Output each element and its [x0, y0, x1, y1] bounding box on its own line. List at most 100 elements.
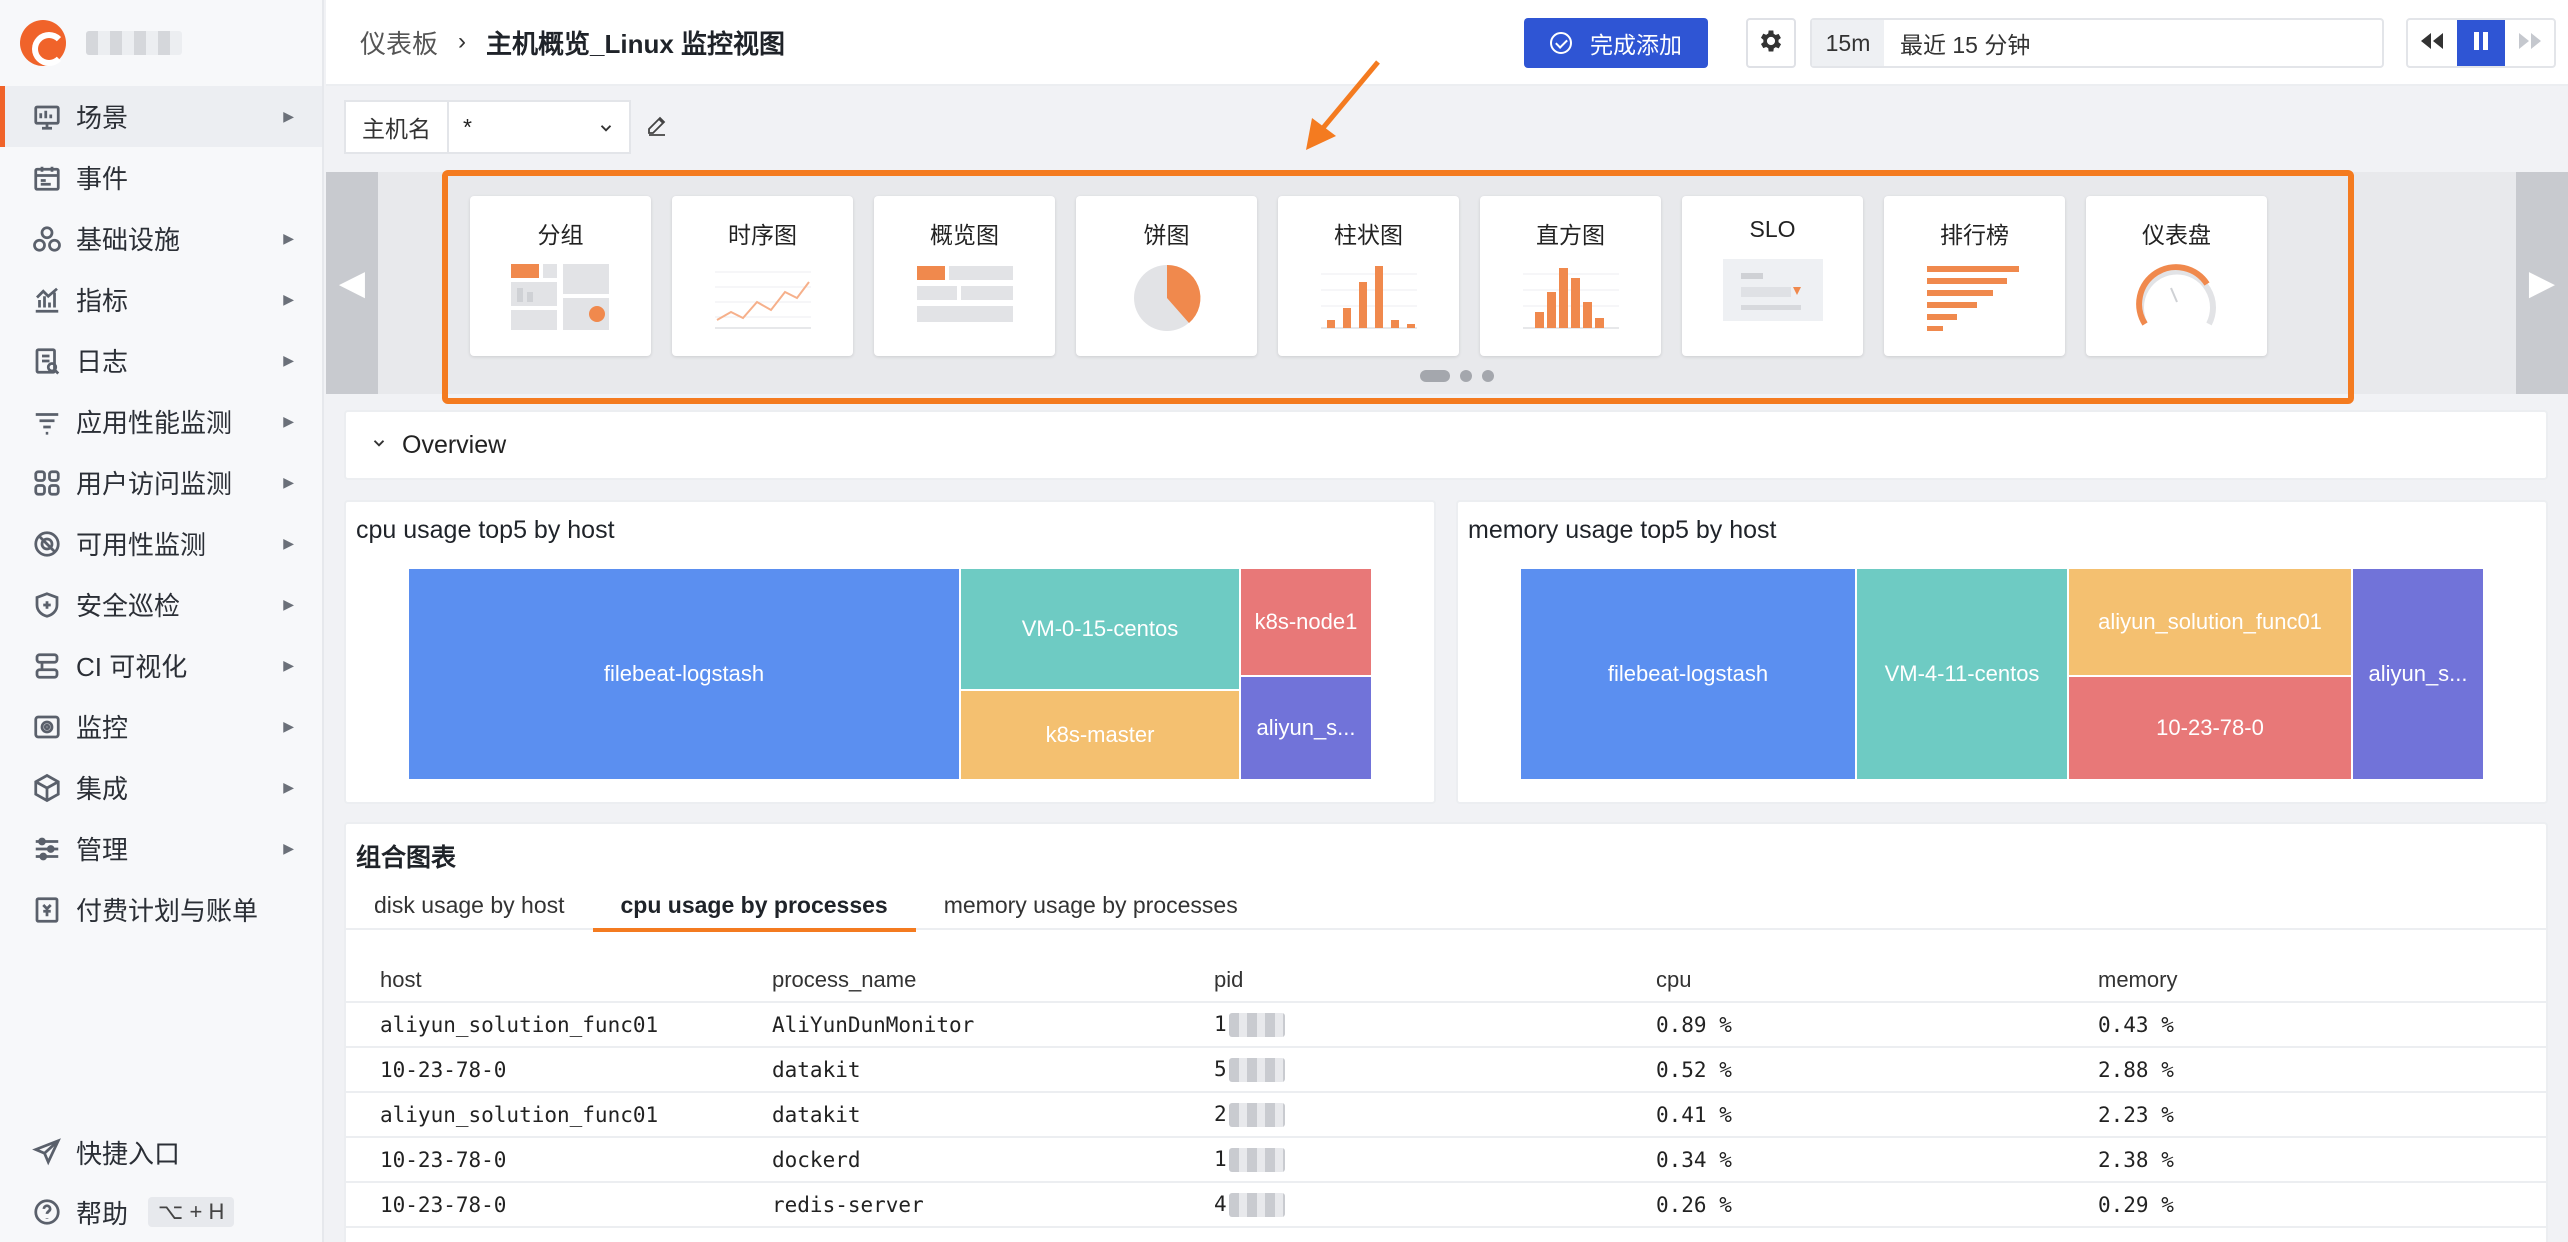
carousel-dot-2[interactable]: [1460, 370, 1472, 382]
pid-value: 2: [1214, 1102, 1227, 1126]
tab-memory-usage[interactable]: memory usage by processes: [916, 880, 1266, 930]
carousel-dot-1[interactable]: [1420, 370, 1450, 382]
treemap-cell[interactable]: k8s-node1: [1240, 568, 1372, 676]
chart-type-card-bar[interactable]: 柱状图: [1278, 196, 1459, 356]
sidebar-item-label: 监控: [76, 713, 129, 743]
sidebar-item-event[interactable]: 事件: [0, 147, 322, 208]
chart-type-card-toplist[interactable]: 排行榜: [1884, 196, 2065, 356]
cell-process-name: AliYunDunMonitor: [772, 1012, 975, 1037]
pid-value: 4: [1214, 1192, 1227, 1216]
caret-right-icon: ▶: [283, 108, 294, 124]
treemap-cell-label: filebeat-logstash: [603, 661, 765, 686]
chart-type-card-overview[interactable]: 概览图: [874, 196, 1055, 356]
column-header-cpu[interactable]: cpu: [1656, 967, 2098, 993]
treemap-cell[interactable]: VM-4-11-centos: [1856, 568, 2068, 780]
cell-host: aliyun_solution_func01: [380, 1012, 659, 1037]
sidebar-item-billing[interactable]: 付费计划与账单: [0, 879, 322, 940]
chart-type-card-gauge[interactable]: 仪表盘: [2086, 196, 2267, 356]
cell-host: 10-23-78-0: [380, 1057, 507, 1082]
chart-type-card-timeseries[interactable]: 时序图: [672, 196, 853, 356]
sidebar-item-log[interactable]: 日志 ▶: [0, 330, 322, 391]
sidebar-item-help[interactable]: 帮助 ⌥ + H: [0, 1182, 322, 1242]
cell-cpu: 0.41 %: [1656, 1102, 1732, 1127]
treemap-cell[interactable]: k8s-master: [960, 690, 1240, 780]
treemap-cell[interactable]: filebeat-logstash: [408, 568, 960, 780]
cell-pid: 1: [1214, 1012, 1656, 1037]
treemap-cell[interactable]: 10-23-78-0: [2068, 676, 2352, 780]
table-row[interactable]: aliyun_solution_func01 AliYunDunMonitor …: [346, 1003, 2546, 1048]
brand-logo[interactable]: [20, 20, 66, 66]
tab-disk-usage[interactable]: disk usage by host: [346, 880, 593, 930]
chart-type-card-pie[interactable]: 饼图: [1076, 196, 1257, 356]
treemap-cell[interactable]: VM-0-15-centos: [960, 568, 1240, 690]
sidebar-item-label: CI 可视化: [76, 652, 188, 682]
check-circle-icon: [1550, 32, 1572, 54]
table-row[interactable]: 10-23-78-0 datakit 5 0.52 % 2.88 %: [346, 1048, 2546, 1093]
hostname-select[interactable]: *: [447, 100, 631, 154]
settings-button[interactable]: [1746, 18, 1796, 68]
table-row[interactable]: 10-23-78-0 dockerd 1 0.34 % 2.38 %: [346, 1138, 2546, 1183]
sidebar-item-label: 付费计划与账单: [76, 896, 259, 926]
carousel-prev-button[interactable]: ◀: [326, 172, 378, 394]
treemap-cell-label: aliyun_s...: [1256, 715, 1356, 740]
cell-memory: 2.88 %: [2098, 1057, 2174, 1082]
sidebar-item-shortcut[interactable]: 快捷入口: [0, 1122, 322, 1182]
done-adding-label: 完成添加: [1590, 32, 1682, 58]
logo-row: [0, 0, 322, 86]
cell-memory: 2.23 %: [2098, 1102, 2174, 1127]
column-header-process-name[interactable]: process_name: [772, 967, 1214, 993]
chart-type-label: 分组: [537, 222, 584, 248]
sidebar-item-scene[interactable]: 场景 ▶: [0, 86, 322, 147]
sidebar-item-integration[interactable]: 集成 ▶: [0, 757, 322, 818]
sidebar-item-availability[interactable]: 可用性监测 ▶: [0, 513, 322, 574]
pause-icon: [2471, 30, 2491, 57]
breadcrumb-dashboard[interactable]: 仪表板: [360, 24, 438, 61]
chart-type-label: 直方图: [1536, 222, 1605, 248]
treemap-cell[interactable]: aliyun_solution_func01: [2068, 568, 2352, 676]
toplist-thumbnail-icon: [1926, 266, 2019, 331]
caret-right-icon: ▶: [283, 474, 294, 490]
chart-type-card-histogram[interactable]: 直方图: [1480, 196, 1661, 356]
column-header-pid[interactable]: pid: [1214, 967, 1656, 993]
metrics-icon: [30, 283, 64, 317]
rewind-button[interactable]: [2408, 20, 2457, 66]
pie-thumbnail-icon: [1133, 264, 1200, 331]
sidebar-item-infrastructure[interactable]: 基础设施 ▶: [0, 208, 322, 269]
sidebar-item-label: 场景: [76, 103, 129, 133]
monitor-icon: [30, 710, 64, 744]
panel-title: 组合图表: [356, 844, 457, 872]
treemap-cell[interactable]: aliyun_s...: [2352, 568, 2484, 780]
treemap-cell[interactable]: filebeat-logstash: [1520, 568, 1856, 780]
table-row[interactable]: aliyun_solution_func01 datakit 2 0.41 % …: [346, 1093, 2546, 1138]
carousel-dot-3[interactable]: [1482, 370, 1494, 382]
sidebar-item-rum[interactable]: 用户访问监测 ▶: [0, 452, 322, 513]
edit-icon[interactable]: [645, 113, 669, 142]
pid-value: 1: [1214, 1012, 1227, 1036]
sidebar-item-monitor[interactable]: 监控 ▶: [0, 696, 322, 757]
sidebar-item-apm[interactable]: 应用性能监测 ▶: [0, 391, 322, 452]
integration-icon: [30, 771, 64, 805]
sidebar-item-security[interactable]: 安全巡检 ▶: [0, 574, 322, 635]
pause-button[interactable]: [2456, 20, 2506, 66]
forward-button[interactable]: [2505, 20, 2554, 66]
done-adding-button[interactable]: 完成添加: [1524, 18, 1708, 68]
chart-type-card-group[interactable]: 分组: [470, 196, 651, 356]
chevron-down-icon: [370, 434, 388, 457]
tab-cpu-usage[interactable]: cpu usage by processes: [592, 880, 916, 932]
caret-right-icon: ▶: [283, 840, 294, 856]
workspace-name-blurred[interactable]: [86, 31, 182, 55]
ci-icon: [30, 649, 64, 683]
forward-icon: [2517, 31, 2543, 56]
table-row[interactable]: 10-23-78-0 redis-server 4 0.26 % 0.29 %: [346, 1183, 2546, 1228]
carousel-next-button[interactable]: ▶: [2516, 172, 2568, 394]
sidebar-item-metrics[interactable]: 指标 ▶: [0, 269, 322, 330]
pid-value: 5: [1214, 1057, 1227, 1081]
column-header-host[interactable]: host: [346, 967, 772, 993]
column-header-memory[interactable]: memory: [2098, 967, 2498, 993]
sidebar-item-ci[interactable]: CI 可视化 ▶: [0, 635, 322, 696]
overview-group-header[interactable]: Overview: [344, 410, 2548, 480]
treemap-cell[interactable]: aliyun_s...: [1240, 676, 1372, 780]
time-range-picker[interactable]: 15m 最近 15 分钟: [1810, 18, 2384, 68]
sidebar-item-manage[interactable]: 管理 ▶: [0, 818, 322, 879]
chart-type-card-slo[interactable]: SLO: [1682, 196, 1863, 356]
